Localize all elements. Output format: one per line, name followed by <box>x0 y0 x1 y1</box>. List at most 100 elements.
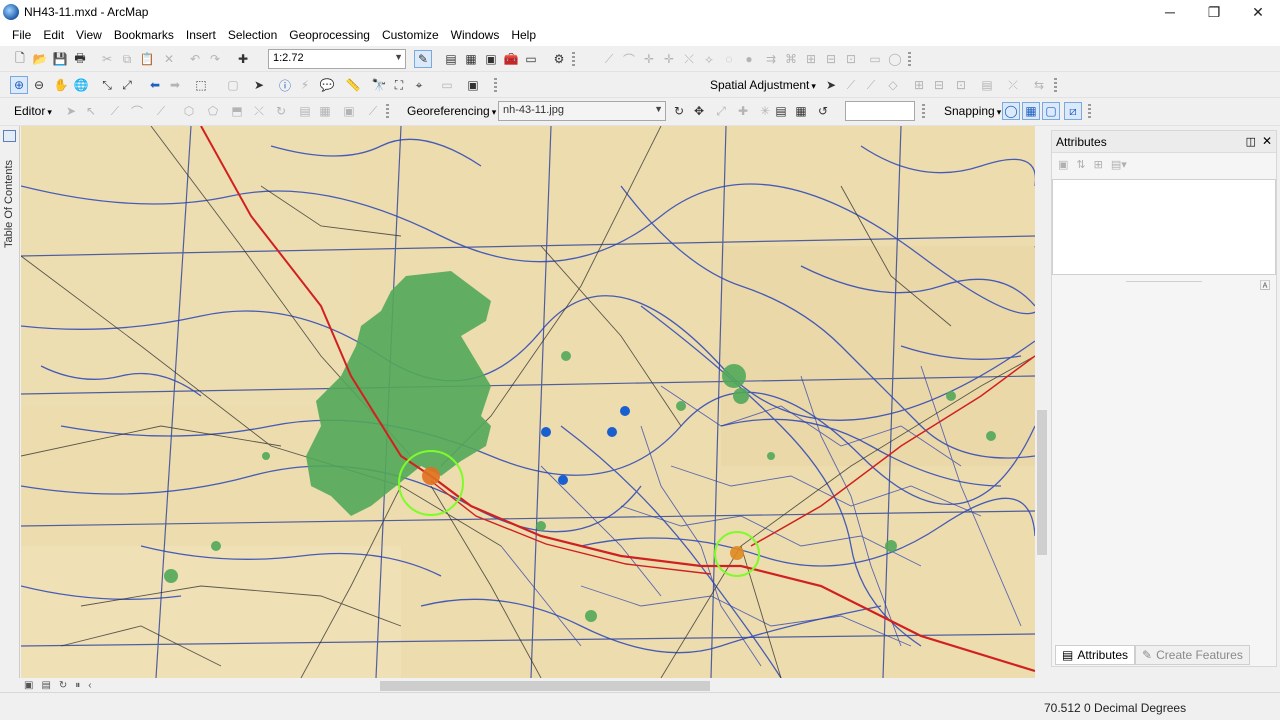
menu-customize[interactable]: Customize <box>376 28 445 42</box>
menu-selection[interactable]: Selection <box>222 28 283 42</box>
link-table-icon[interactable]: ▦ <box>792 102 810 120</box>
edge-match-icon[interactable]: ⤫ <box>1004 76 1022 94</box>
rotation-angle-input[interactable] <box>845 101 915 121</box>
toolbar-grip[interactable] <box>1088 104 1091 118</box>
validate-icon[interactable]: ● <box>740 50 758 68</box>
menu-geoprocessing[interactable]: Geoprocessing <box>283 28 376 42</box>
rotate-icon[interactable]: ↻ <box>272 102 290 120</box>
paste-icon[interactable]: 📋 <box>138 50 156 68</box>
map-view[interactable] <box>21 126 1035 678</box>
data-view-icon[interactable]: ▣ <box>24 680 33 691</box>
menu-insert[interactable]: Insert <box>180 28 222 42</box>
menu-file[interactable]: File <box>6 28 37 42</box>
undo-icon[interactable]: ↶ <box>186 50 204 68</box>
new-displacement-link-icon[interactable]: ⟋ <box>842 76 860 94</box>
show-fields-icon[interactable]: ⊞ <box>1094 158 1103 171</box>
topology-errors-icon[interactable]: ◯ <box>886 50 904 68</box>
planarize-icon[interactable]: ⊡ <box>842 50 860 68</box>
table-of-contents-tab[interactable]: Table Of Contents <box>3 148 15 248</box>
pause-drawing-icon[interactable]: ⏸ <box>75 680 80 691</box>
end-point-arc-icon[interactable]: ⌒ <box>128 102 146 120</box>
html-popup-icon[interactable]: 💬 <box>318 76 336 94</box>
delete-icon[interactable]: ✕ <box>160 50 178 68</box>
editor-menu[interactable]: Editor ▾ <box>14 104 52 118</box>
sketch-properties-icon[interactable]: ▦ <box>316 102 334 120</box>
reshape-tool-icon[interactable]: ⟡ <box>700 50 718 68</box>
view-link-table-icon[interactable]: ▤ <box>772 102 790 120</box>
toolbar-grip[interactable] <box>922 104 925 118</box>
toolbar-grip[interactable] <box>494 78 497 92</box>
print-icon[interactable]: 🖶 <box>71 50 89 68</box>
cut-icon[interactable]: ✂ <box>98 50 116 68</box>
edit-tool-icon[interactable]: ➤ <box>62 102 80 120</box>
maximize-button[interactable]: ❐ <box>1192 0 1236 24</box>
add-control-points-icon[interactable]: ✚ <box>734 102 752 120</box>
error-inspector-icon[interactable]: ⌘ <box>782 50 800 68</box>
rotate-viewer-icon[interactable]: ↺ <box>814 102 832 120</box>
go-to-xy-icon[interactable]: ⌖ <box>410 76 428 94</box>
scroll-left-icon[interactable]: ‹ <box>88 680 91 691</box>
model-builder-icon[interactable]: ⚙ <box>550 50 568 68</box>
attributes-tree[interactable] <box>1052 179 1276 275</box>
toolbar-grip[interactable] <box>572 52 575 66</box>
identify-icon[interactable]: ⓘ <box>276 76 294 94</box>
topology-settings-icon[interactable]: ▭ <box>866 50 884 68</box>
node-tool-icon[interactable]: ✛ <box>640 50 658 68</box>
create-viewer-icon[interactable]: ▣ <box>464 76 482 94</box>
vertex-tool-icon[interactable]: ✛ <box>660 50 678 68</box>
edge-tool-icon[interactable]: ⌒ <box>620 50 638 68</box>
create-features-icon[interactable]: ▣ <box>340 102 358 120</box>
topology-tool-icon[interactable]: ⟋ <box>600 50 618 68</box>
shared-features-icon[interactable]: ⊞ <box>802 50 820 68</box>
splitter[interactable] <box>1126 281 1202 282</box>
snapping-menu[interactable]: Snapping ▾ <box>944 104 1001 118</box>
map-vertical-scrollbar[interactable] <box>1036 126 1050 678</box>
spatial-adjustment-menu[interactable]: Spatial Adjustment ▾ <box>710 78 816 92</box>
auto-hide-icon[interactable]: ◫ <box>1246 135 1256 148</box>
new-document-icon[interactable]: 🗋 <box>11 50 29 68</box>
full-extent-icon[interactable]: 🌐 <box>72 76 90 94</box>
map-scale-combo[interactable]: 1:2.72 ▼ <box>268 49 406 69</box>
point-snapping-icon[interactable]: ◯ <box>1002 102 1020 120</box>
edit-vertices-icon[interactable]: ⬡ <box>180 102 198 120</box>
refresh-icon[interactable]: ↻ <box>59 680 67 691</box>
select-elements-icon[interactable]: ➤ <box>822 76 840 94</box>
close-icon[interactable]: ✕ <box>1262 134 1272 148</box>
cut-polygons-icon[interactable]: ⬒ <box>228 102 246 120</box>
reshape-feature-icon[interactable]: ⬠ <box>204 102 222 120</box>
clear-area-icon[interactable]: ⊡ <box>952 76 970 94</box>
georef-layer-combo[interactable]: nh-43-11.jpg ▼ <box>498 101 666 121</box>
vertex-snapping-icon[interactable]: ▢ <box>1042 102 1060 120</box>
sort-az-icon[interactable]: 🄰 <box>1260 277 1270 292</box>
list-by-icon[interactable]: ▣ <box>1058 158 1068 171</box>
find-route-icon[interactable]: ⛶ <box>390 76 408 94</box>
modify-link-icon[interactable]: ⟋ <box>862 76 880 94</box>
copy-icon[interactable]: ⧉ <box>118 50 136 68</box>
multi-displacement-icon[interactable]: ◇ <box>884 76 902 94</box>
new-area-icon[interactable]: ⊟ <box>930 76 948 94</box>
fix-error-icon[interactable]: ⇉ <box>762 50 780 68</box>
find-icon[interactable]: 🔭 <box>370 76 388 94</box>
pan-icon[interactable]: ✋ <box>52 76 70 94</box>
fixed-zoom-in-icon[interactable]: ⤡ <box>98 76 116 94</box>
select-features-icon[interactable]: ⬚ <box>192 76 210 94</box>
trace-icon[interactable]: ⟋ <box>152 102 170 120</box>
edge-snapping-icon[interactable]: ⧄ <box>1064 102 1082 120</box>
edit-annotation-icon[interactable]: ↖ <box>82 102 100 120</box>
vertical-scroll-thumb[interactable] <box>1037 410 1047 555</box>
save-icon[interactable]: 💾 <box>51 50 69 68</box>
menu-windows[interactable]: Windows <box>445 28 506 42</box>
layout-view-icon[interactable]: ▤ <box>41 680 50 691</box>
modify-tool-icon[interactable]: ◌ <box>720 50 738 68</box>
attribute-transfer-icon[interactable]: ⇆ <box>1030 76 1048 94</box>
split-tool-icon[interactable]: ⤬ <box>680 50 698 68</box>
menu-edit[interactable]: Edit <box>37 28 70 42</box>
add-data-icon[interactable]: ✚ <box>234 50 252 68</box>
search-window-icon[interactable]: ▣ <box>482 50 500 68</box>
fixed-zoom-out-icon[interactable]: ⤢ <box>118 76 136 94</box>
python-window-icon[interactable]: ▭ <box>522 50 540 68</box>
georeferencing-menu[interactable]: Georeferencing ▾ <box>407 104 496 118</box>
zoom-out-icon[interactable]: ⊖ <box>30 76 48 94</box>
clear-selection-icon[interactable]: ▢ <box>224 76 242 94</box>
menu-view[interactable]: View <box>70 28 108 42</box>
